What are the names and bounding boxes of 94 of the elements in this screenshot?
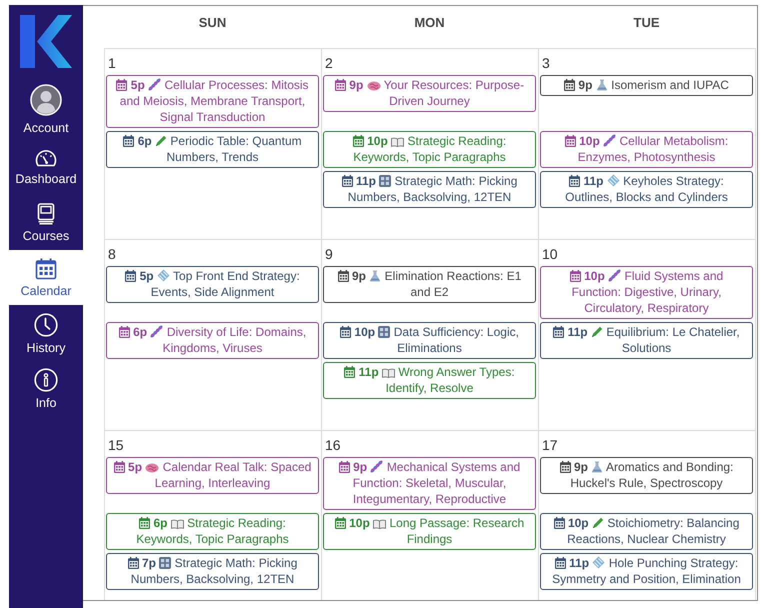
- gauge-icon: [34, 148, 58, 168]
- calendar-event[interactable]: 11p Strategic Math: Picking Numbers, Backsolving, 12TEN: [323, 171, 536, 208]
- calendar-icon: [564, 79, 576, 91]
- calendar-event[interactable]: 9p Isomerism and IUPAC: [540, 75, 753, 96]
- grid-tile-icon: [378, 326, 390, 338]
- calendar-event[interactable]: 10p Strategic Reading: Keywords, Topic Paragraphs: [323, 131, 536, 168]
- calendar-event[interactable]: 5p Cellular Processes: Mitosis and Meiosis, Membrane Transport, Signal Transduction: [106, 75, 319, 128]
- notebook-icon: [36, 203, 56, 225]
- grid-tile-icon: [159, 557, 172, 569]
- date-number: 16: [324, 436, 342, 454]
- calendar-event[interactable]: 11p Hole Punching Strategy: Symmetry and Position, Elimination: [540, 553, 753, 590]
- calendar-icon: [125, 270, 136, 282]
- calendar-icon: [569, 175, 580, 187]
- nav-item[interactable]: Courses: [9, 195, 83, 250]
- calendar-event[interactable]: 6p Diversity of Life: Domains, Kingdoms, Viruses: [106, 322, 319, 359]
- flask-icon: [369, 270, 382, 282]
- avatar-icon: [30, 84, 62, 116]
- calendar-icon: [118, 326, 130, 338]
- open-book-icon: [373, 519, 386, 529]
- calendar-icon: [554, 557, 566, 569]
- dna-icon: [150, 325, 164, 338]
- date-number: 17: [541, 436, 559, 454]
- calendar-event[interactable]: 10p Long Passage: Research Findings: [323, 513, 536, 550]
- calendar-event[interactable]: 10p Fluid Systems and Function: Digestive, Urinary, Circulatory, Respiratory: [540, 266, 753, 319]
- date-number: 3: [541, 54, 551, 72]
- calendar-icon: [344, 366, 356, 378]
- dna-icon: [370, 460, 384, 473]
- date-number: 8: [107, 245, 117, 263]
- calendar-icon: [128, 557, 139, 569]
- calendar-event[interactable]: 9p Mechanical Systems and Function: Skeletal, Muscular, Integumentary, Reproductive: [323, 457, 536, 510]
- grid-tile-icon: [379, 175, 392, 187]
- calendar-icon: [338, 270, 349, 282]
- info-icon: [34, 368, 58, 392]
- open-book-icon: [382, 368, 396, 378]
- calendar-icon: [114, 461, 125, 473]
- calendar-icon: [342, 175, 353, 187]
- dna-icon: [608, 269, 622, 282]
- logo-icon: [20, 15, 72, 68]
- calendar-event[interactable]: 6p Strategic Reading: Keywords, Topic Paragraphs: [106, 513, 319, 550]
- nav-item[interactable]: Dashboard: [9, 140, 83, 195]
- nav-item[interactable]: History: [9, 305, 83, 360]
- calendar-event[interactable]: 10p Stoichiometry: Balancing Reactions, Nuclear Chemistry: [540, 513, 753, 550]
- flask-icon: [591, 461, 604, 473]
- calendar-icon: [560, 461, 571, 473]
- weekday-header: SUN: [198, 14, 228, 32]
- calendar-event[interactable]: 11p Keyholes Strategy: Outlines, Blocks and Cylinders: [540, 171, 753, 208]
- date-number: 2: [324, 54, 334, 72]
- date-number: 15: [107, 436, 125, 454]
- calendar-event[interactable]: 11p Equilibrium: Le Chatelier, Solutions: [540, 322, 753, 359]
- brain-icon: [145, 463, 160, 473]
- calendar-event[interactable]: 9p Aromatics and Bonding: Huckel's Rule, Spectroscopy: [540, 457, 753, 494]
- calendar-event[interactable]: 5p Top Front End Strategy: Events, Side Alignment: [106, 266, 319, 303]
- calendar-icon: [334, 79, 346, 91]
- calendar-event[interactable]: 5p Calendar Real Talk: Spaced Learning, Interleaving: [106, 457, 319, 494]
- calendar-event[interactable]: 6p Periodic Table: Quantum Numbers, Trends: [106, 131, 319, 168]
- calendar-icon: [340, 326, 352, 338]
- dna-icon: [603, 134, 616, 147]
- nav-item[interactable]: Account: [9, 78, 83, 140]
- calendar-icon: [570, 270, 581, 282]
- diamond-icon: [606, 174, 620, 187]
- calendar-icon: [554, 517, 565, 529]
- flask-icon: [596, 79, 608, 91]
- calendar-event[interactable]: 9p Your Resources: Purpose-Driven Journey: [323, 75, 536, 112]
- calendar-event[interactable]: 11p Wrong Answer Types: Identify, Resolve: [323, 362, 536, 399]
- calendar-icon: [553, 326, 564, 338]
- diamond-icon: [156, 269, 170, 282]
- calendar-icon: [139, 517, 150, 529]
- date-number: 9: [324, 245, 334, 263]
- calendar-event[interactable]: 10p Cellular Metabolism: Enzymes, Photosynthesis: [540, 131, 753, 168]
- dna-icon: [148, 78, 162, 91]
- calendar-icon: [123, 135, 134, 147]
- date-number: 1: [107, 54, 117, 72]
- calendar-icon: [564, 135, 576, 147]
- calendar-event[interactable]: 7p Strategic Math: Picking Numbers, Backsolving, 12TEN: [106, 553, 319, 590]
- open-book-icon: [391, 137, 404, 147]
- diamond-icon: [592, 556, 606, 569]
- weekday-header: TUE: [632, 14, 660, 32]
- nav-item[interactable]: Info: [9, 360, 83, 415]
- calendar-event[interactable]: 10p Data Sufficiency: Logic, Eliminations: [323, 322, 536, 359]
- pencil-icon: [592, 517, 604, 529]
- calendar-icon: [35, 258, 57, 280]
- brain-icon: [366, 81, 381, 91]
- calendar-icon: [338, 461, 350, 473]
- calendar-icon: [334, 517, 346, 529]
- nav-item[interactable]: Calendar: [9, 250, 83, 305]
- date-number: 10: [541, 245, 559, 263]
- pencil-icon: [590, 326, 603, 338]
- calendar-icon: [116, 79, 128, 91]
- clock-icon: [34, 313, 58, 337]
- weekday-header: MON: [413, 14, 446, 32]
- open-book-icon: [170, 519, 184, 529]
- pencil-icon: [155, 135, 168, 147]
- calendar-event[interactable]: 9p Elimination Reactions: E1 and E2: [323, 266, 536, 303]
- calendar-icon: [352, 135, 364, 147]
